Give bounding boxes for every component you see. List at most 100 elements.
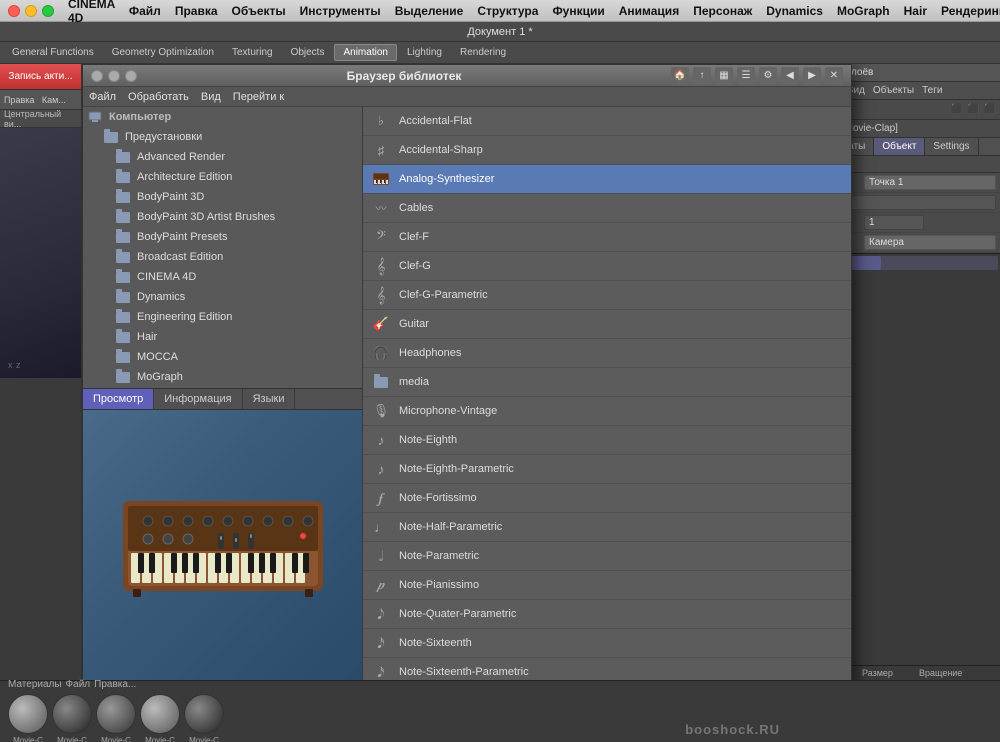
material-1[interactable]: Movie-C xyxy=(8,694,48,742)
list-item-media[interactable]: media xyxy=(363,368,851,397)
dialog-icon-arrow-l[interactable]: ◀ xyxy=(781,67,799,85)
dialog-icon-home[interactable]: 🏠 xyxy=(671,67,689,85)
list-item-note-eighth[interactable]: ♪ Note-Eighth xyxy=(363,426,851,455)
menu-tools[interactable]: Инструменты xyxy=(300,4,381,18)
tree-label-mocca: MOCCA xyxy=(137,351,178,363)
list-label-note-quater-param: Note-Quater-Parametric xyxy=(399,608,516,620)
dialog-icon-arrow-r[interactable]: ▶ xyxy=(803,67,821,85)
materials-menu-file[interactable]: Файл xyxy=(66,679,91,690)
tree-item-cinema4d[interactable]: CINEMA 4D xyxy=(83,267,362,287)
tab-texturing[interactable]: Texturing xyxy=(224,45,281,60)
menu-render[interactable]: Рендеринг xyxy=(941,4,1000,18)
list-item-note-parametric[interactable]: 𝅗𝅥 Note-Parametric xyxy=(363,542,851,571)
tab-geometry-optimization[interactable]: Geometry Optimization xyxy=(104,45,222,60)
tree-item-broadcast-edition[interactable]: Broadcast Edition xyxy=(83,247,362,267)
dialog-maximize[interactable] xyxy=(125,70,137,82)
tree-label-architecture-edition: Architecture Edition xyxy=(137,171,232,183)
dialog-icon-up[interactable]: ↑ xyxy=(693,67,711,85)
prop-dropdown-1[interactable]: Точка 1 xyxy=(864,175,996,190)
tab-animation[interactable]: Animation xyxy=(334,44,396,61)
record-button[interactable]: Запись акти... xyxy=(0,64,81,90)
menu-animation[interactable]: Анимация xyxy=(619,4,679,18)
tab-object[interactable]: Объект xyxy=(874,138,925,155)
prop-dropdown-camera[interactable]: Камера xyxy=(864,235,996,250)
prop-input-sides[interactable] xyxy=(864,215,924,230)
tab-settings[interactable]: Settings xyxy=(925,138,978,155)
folder-icon-brushes xyxy=(115,210,131,224)
list-item-clef-g-parametric[interactable]: 𝄞 Clef-G-Parametric xyxy=(363,281,851,310)
dialog-title: Браузер библиотек xyxy=(143,69,665,83)
menu-cinema4d[interactable]: CINEMA 4D xyxy=(68,0,115,25)
tree-item-advanced-render[interactable]: Advanced Render xyxy=(83,147,362,167)
right-menu-objects[interactable]: Объекты xyxy=(873,85,914,96)
list-item-note-eighth-param[interactable]: ♪ Note-Eighth-Parametric xyxy=(363,455,851,484)
dialog-menu-file[interactable]: Файл xyxy=(89,91,116,103)
list-item-guitar[interactable]: 🎸 Guitar xyxy=(363,310,851,339)
tab-rendering[interactable]: Rendering xyxy=(452,45,514,60)
media-folder-icon xyxy=(371,372,391,392)
tree-tab-preview[interactable]: Просмотр xyxy=(83,389,154,409)
list-item-note-fortissimo[interactable]: 𝆑 Note-Fortissimo xyxy=(363,484,851,513)
list-item-accidental-sharp[interactable]: ♯ Accidental-Sharp xyxy=(363,136,851,165)
menu-hair[interactable]: Hair xyxy=(904,4,927,18)
close-button[interactable] xyxy=(8,5,20,17)
tree-item-architecture-edition[interactable]: Architecture Edition xyxy=(83,167,362,187)
dialog-tree-panel: Компьютер Предустановки Advanced Render xyxy=(83,107,363,711)
note-flat-icon: ♭ xyxy=(371,111,391,131)
tree-tab-langs[interactable]: Языки xyxy=(243,389,296,409)
dialog-minimize[interactable] xyxy=(108,70,120,82)
tab-lighting[interactable]: Lighting xyxy=(399,45,450,60)
menu-file[interactable]: Файл xyxy=(129,4,161,18)
tree-item-hair[interactable]: Hair xyxy=(83,327,362,347)
axis-label-x: x xyxy=(8,360,13,370)
list-item-clef-g[interactable]: 𝄞 Clef-G xyxy=(363,252,851,281)
maximize-button[interactable] xyxy=(42,5,54,17)
tree-item-engineering-edition[interactable]: Engineering Edition xyxy=(83,307,362,327)
list-item-note-quater-param[interactable]: 𝅘𝅥𝅮 Note-Quater-Parametric xyxy=(363,600,851,629)
tab-general-functions[interactable]: General Functions xyxy=(4,45,102,60)
tree-item-dynamics[interactable]: Dynamics xyxy=(83,287,362,307)
menu-structure[interactable]: Структура xyxy=(477,4,538,18)
list-item-note-half-param[interactable]: ♩ Note-Half-Parametric xyxy=(363,513,851,542)
menu-edit[interactable]: Правка xyxy=(175,4,218,18)
dialog-close[interactable] xyxy=(91,70,103,82)
material-4[interactable]: Movie-C xyxy=(140,694,180,742)
list-item-accidental-flat[interactable]: ♭ Accidental-Flat xyxy=(363,107,851,136)
menu-objects[interactable]: Объекты xyxy=(232,4,286,18)
list-item-cables[interactable]: 〰 Cables xyxy=(363,194,851,223)
material-5[interactable]: Movie-C xyxy=(184,694,224,742)
tree-tab-info[interactable]: Информация xyxy=(154,389,242,409)
menu-functions[interactable]: Функции xyxy=(552,4,604,18)
material-3[interactable]: Movie-C xyxy=(96,694,136,742)
material-2[interactable]: Movie-C xyxy=(52,694,92,742)
list-item-note-pianissimo[interactable]: 𝆏 Note-Pianissimo xyxy=(363,571,851,600)
menu-dynamics[interactable]: Dynamics xyxy=(766,4,823,18)
dialog-icon-settings[interactable]: ⚙ xyxy=(759,67,777,85)
list-item-headphones[interactable]: 🎧 Headphones xyxy=(363,339,851,368)
cable-icon: 〰 xyxy=(371,198,391,218)
tree-item-mograph[interactable]: MoGraph xyxy=(83,367,362,387)
tree-item-bodypaint-brushes[interactable]: BodyPaint 3D Artist Brushes xyxy=(83,207,362,227)
menu-selection[interactable]: Выделение xyxy=(395,4,464,18)
folder-icon-cinema4d xyxy=(115,270,131,284)
minimize-button[interactable] xyxy=(25,5,37,17)
list-item-analog-synth[interactable]: Analog-Synthesizer xyxy=(363,165,851,194)
menu-mograph[interactable]: MoGraph xyxy=(837,4,890,18)
dialog-menu-process[interactable]: Обработать xyxy=(128,91,189,103)
dialog-icon-list[interactable]: ☰ xyxy=(737,67,755,85)
tab-objects[interactable]: Objects xyxy=(283,45,333,60)
tree-item-mocca[interactable]: MOCCA xyxy=(83,347,362,367)
tree-item-bodypaint-presets[interactable]: BodyPaint Presets xyxy=(83,227,362,247)
list-item-microphone-vintage[interactable]: 🎙 Microphone-Vintage xyxy=(363,397,851,426)
tree-item-presets[interactable]: Предустановки xyxy=(83,127,362,147)
menu-character[interactable]: Персонаж xyxy=(693,4,752,18)
materials-menu-edit[interactable]: Правка... xyxy=(94,679,136,690)
dialog-icon-grid[interactable]: ▦ xyxy=(715,67,733,85)
right-menu-tags[interactable]: Теги xyxy=(922,85,942,96)
list-item-note-sixteenth[interactable]: 𝅘𝅥𝅯 Note-Sixteenth xyxy=(363,629,851,658)
dialog-menu-goto[interactable]: Перейти к xyxy=(233,91,284,103)
dialog-icon-close[interactable]: ✕ xyxy=(825,67,843,85)
tree-item-bodypaint3d[interactable]: BodyPaint 3D xyxy=(83,187,362,207)
list-item-clef-f[interactable]: 𝄢 Clef-F xyxy=(363,223,851,252)
dialog-menu-view[interactable]: Вид xyxy=(201,91,221,103)
